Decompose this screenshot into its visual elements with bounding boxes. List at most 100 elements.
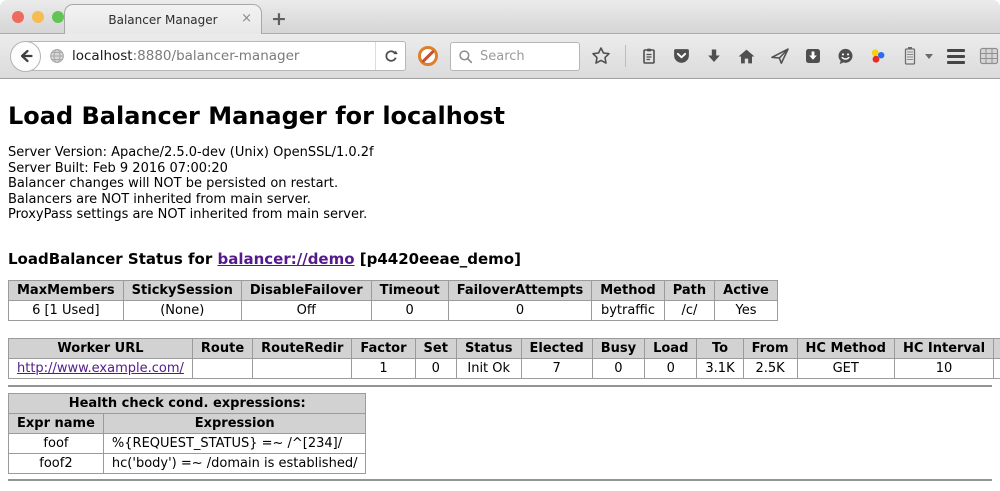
- url-domain: localhost: [72, 48, 133, 64]
- battery-extension-icon[interactable]: [901, 46, 919, 66]
- health-th: Expr name: [9, 413, 104, 433]
- new-tab-button[interactable]: +: [262, 5, 296, 33]
- navigation-toolbar: localhost:8880/balancer-manager: [0, 34, 1000, 79]
- balancer-th: Active: [715, 280, 778, 300]
- traffic-lights: [12, 11, 64, 23]
- worker-th: Factor: [352, 338, 415, 358]
- worker-th: To: [697, 338, 743, 358]
- status-prefix: LoadBalancer Status for: [8, 250, 212, 268]
- status-nonce: [p4420eeae_demo]: [360, 250, 521, 268]
- tab-bar: Balancer Manager × +: [0, 0, 1000, 34]
- balancer-th: DisableFailover: [241, 280, 371, 300]
- table-title-row: Health check cond. expressions:: [9, 393, 366, 413]
- divider: [8, 385, 992, 387]
- worker-th: Passes: [994, 338, 1000, 358]
- worker-th: Status: [456, 338, 521, 358]
- balancer-th: StickySession: [123, 280, 241, 300]
- balancer-th: FailoverAttempts: [448, 280, 592, 300]
- worker-th: From: [743, 338, 797, 358]
- balancer-th: Path: [664, 280, 714, 300]
- server-built-line: Server Built: Feb 9 2016 07:00:20: [8, 161, 992, 177]
- health-th: Expression: [103, 413, 366, 433]
- tab-balancer-manager[interactable]: Balancer Manager ×: [64, 4, 262, 34]
- worker-th: Set: [415, 338, 456, 358]
- balancer-status-heading: LoadBalancer Status for balancer://demo …: [8, 250, 992, 268]
- worker-td: 3.1K: [697, 358, 743, 378]
- url-text: localhost:8880/balancer-manager: [72, 48, 375, 64]
- worker-th: Busy: [592, 338, 644, 358]
- worker-td: 0: [645, 358, 697, 378]
- reload-button[interactable]: [375, 42, 405, 70]
- back-arrow-icon: [17, 47, 35, 65]
- search-input[interactable]: [478, 48, 572, 65]
- health-td-name: foof: [9, 433, 104, 453]
- worker-td: GET: [797, 358, 894, 378]
- toolbar-separator: [625, 45, 626, 67]
- balancer-th: Timeout: [371, 280, 448, 300]
- worker-td-url: http://www.example.com/: [9, 358, 193, 378]
- server-info: Server Version: Apache/2.5.0-dev (Unix) …: [8, 145, 992, 223]
- worker-td: [192, 358, 252, 378]
- close-window-button[interactable]: [12, 11, 24, 23]
- worker-td: 10: [894, 358, 993, 378]
- pocket-icon[interactable]: [672, 47, 691, 66]
- server-version-line: Server Version: Apache/2.5.0-dev (Unix) …: [8, 145, 992, 161]
- toolbar-icons: [591, 45, 999, 67]
- worker-td: 0: [592, 358, 644, 378]
- balancer-settings-table: MaxMembers StickySession DisableFailover…: [8, 280, 778, 321]
- table-row: http://www.example.com/ 1 0 Init Ok 7 0 …: [9, 358, 1000, 378]
- proxypass-note-line: ProxyPass settings are NOT inherited fro…: [8, 207, 992, 223]
- url-bar[interactable]: localhost:8880/balancer-manager: [24, 41, 406, 71]
- balancer-td: /c/: [664, 300, 714, 320]
- globe-icon: [49, 48, 65, 64]
- back-button[interactable]: [10, 41, 41, 72]
- balancer-th: Method: [592, 280, 664, 300]
- chevron-down-icon[interactable]: [925, 54, 933, 59]
- balancers-note-line: Balancers are NOT inherited from main se…: [8, 192, 992, 208]
- balancer-demo-link[interactable]: balancer://demo: [217, 250, 354, 268]
- worker-td: 2.5K: [743, 358, 797, 378]
- bookmark-star-icon[interactable]: [591, 46, 611, 66]
- chat-smiley-icon[interactable]: [836, 47, 855, 66]
- table-header-row: Worker URL Route RouteRedir Factor Set S…: [9, 338, 1000, 358]
- worker-th: HC Method: [797, 338, 894, 358]
- worker-th: Worker URL: [9, 338, 193, 358]
- balancer-td: bytraffic: [592, 300, 664, 320]
- table-row: foof2 hc('body') =~ /domain is establish…: [9, 453, 366, 473]
- balancer-th: MaxMembers: [9, 280, 124, 300]
- page-title: Load Balancer Manager for localhost: [8, 101, 992, 131]
- content-blocker-icon[interactable]: [418, 46, 438, 66]
- worker-td: [253, 358, 352, 378]
- table-row: foof %{REQUEST_STATUS} =~ /^[234]/: [9, 433, 366, 453]
- table-header-row: MaxMembers StickySession DisableFailover…: [9, 280, 778, 300]
- tab-title: Balancer Manager: [108, 13, 217, 27]
- worker-th: Route: [192, 338, 252, 358]
- worker-table: Worker URL Route RouteRedir Factor Set S…: [8, 338, 1000, 379]
- worker-th: Elected: [521, 338, 592, 358]
- balancer-td: (None): [123, 300, 241, 320]
- persist-note-line: Balancer changes will NOT be persisted o…: [8, 176, 992, 192]
- balancer-td: Off: [241, 300, 371, 320]
- home-icon[interactable]: [737, 47, 756, 66]
- worker-url-link[interactable]: http://www.example.com/: [17, 361, 184, 376]
- health-td-expr: %{REQUEST_STATUS} =~ /^[234]/: [103, 433, 366, 453]
- pages-grid-icon[interactable]: [979, 47, 999, 65]
- worker-td: 1: [352, 358, 415, 378]
- minimize-window-button[interactable]: [32, 11, 44, 23]
- send-plane-icon[interactable]: [770, 46, 790, 66]
- clipboard-bookmarks-icon[interactable]: [640, 47, 658, 65]
- colored-dots-extension-icon[interactable]: [869, 47, 887, 65]
- health-table-title: Health check cond. expressions:: [9, 393, 366, 413]
- close-tab-icon[interactable]: ×: [241, 11, 252, 26]
- browser-window: Balancer Manager × + localhost:8880/bala…: [0, 0, 1000, 491]
- download-box-icon[interactable]: [804, 47, 822, 65]
- menu-icon[interactable]: [947, 49, 965, 64]
- worker-th: RouteRedir: [253, 338, 352, 358]
- downloads-icon[interactable]: [705, 47, 723, 65]
- worker-td: 7: [521, 358, 592, 378]
- health-td-name: foof2: [9, 453, 104, 473]
- zoom-window-button[interactable]: [52, 11, 64, 23]
- health-check-table: Health check cond. expressions: Expr nam…: [8, 393, 366, 474]
- balancer-td: 6 [1 Used]: [9, 300, 124, 320]
- page-content: Load Balancer Manager for localhost Serv…: [0, 79, 1000, 491]
